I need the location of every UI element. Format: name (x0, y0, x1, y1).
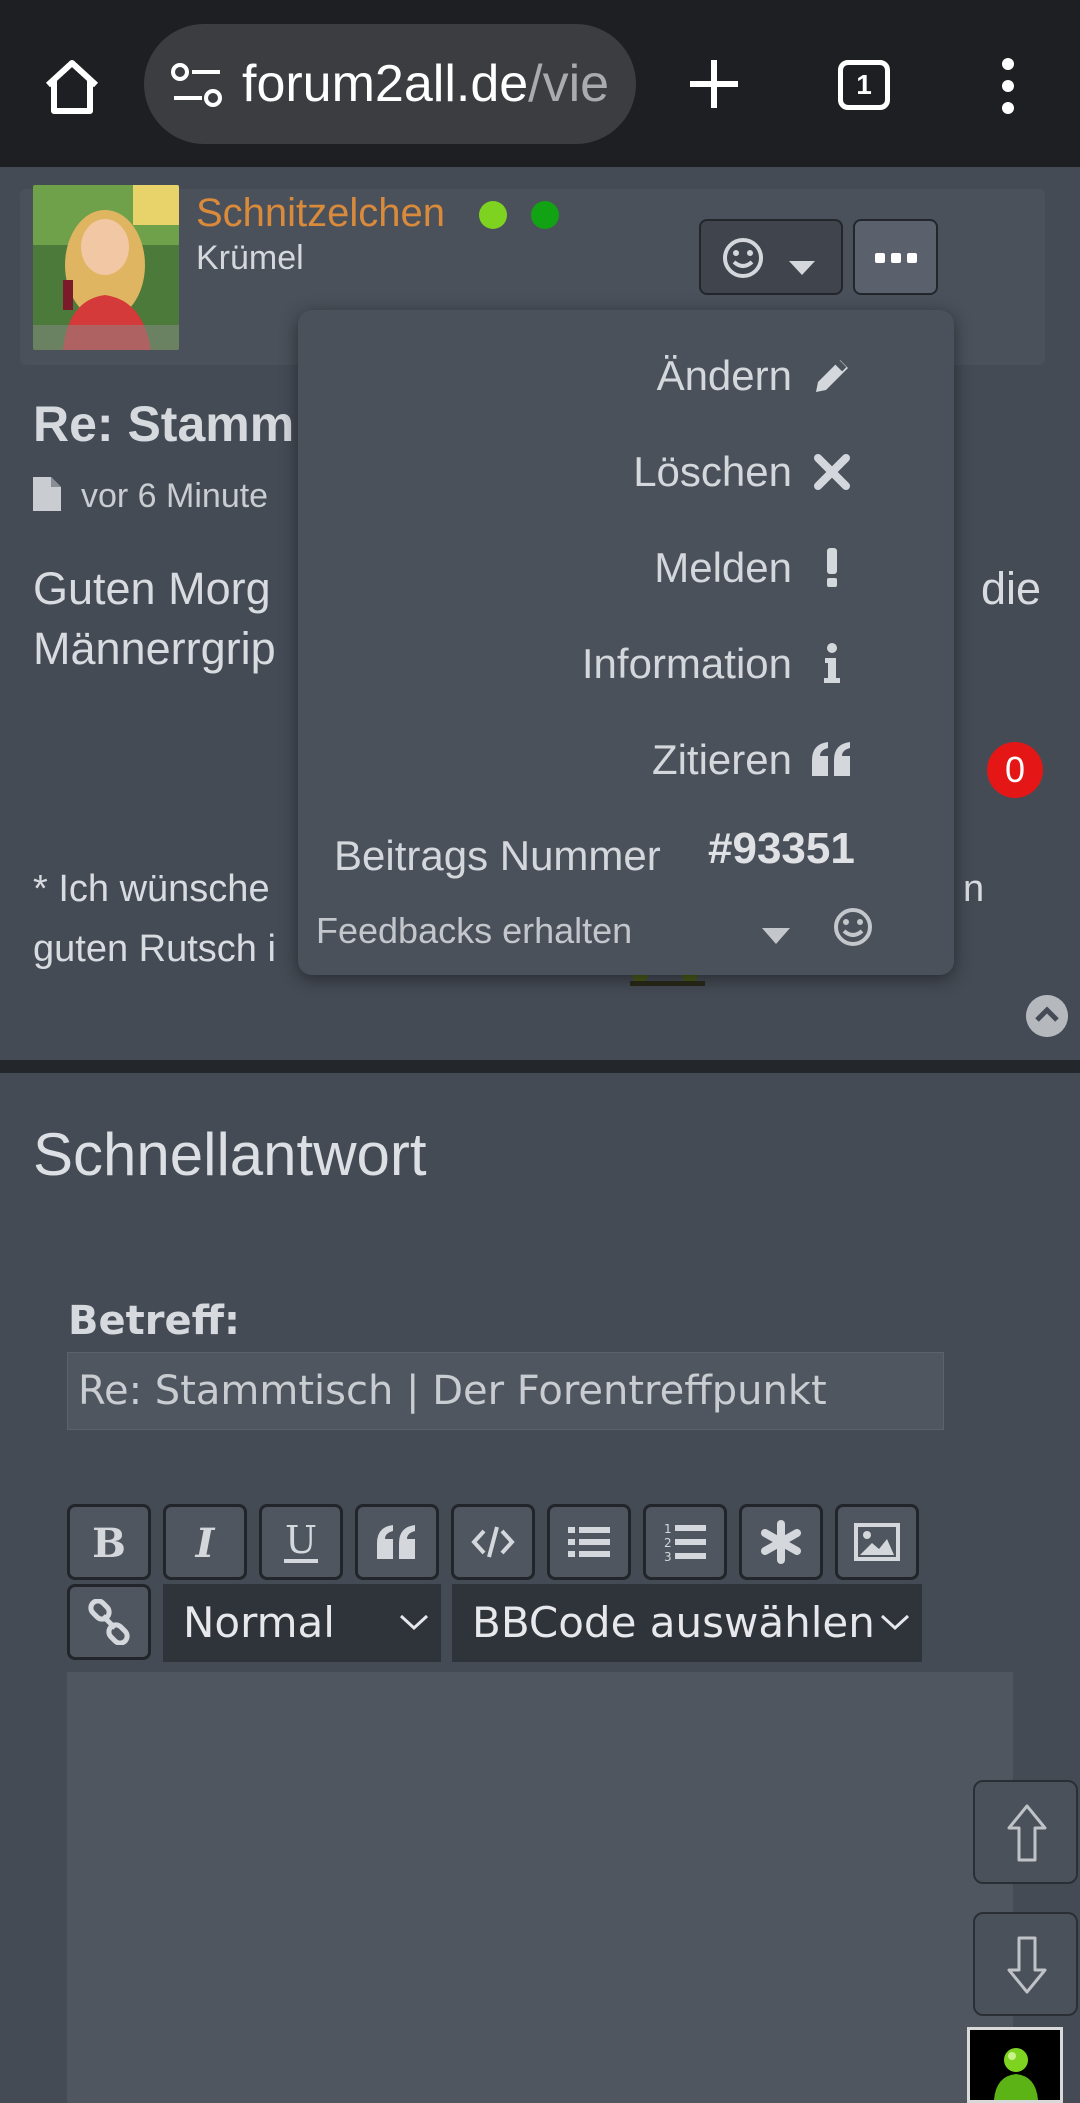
avatar[interactable] (33, 185, 179, 350)
bold-button[interactable]: B (67, 1504, 151, 1580)
post-options-menu: Ändern Löschen Melden Information Zitier… (298, 310, 954, 975)
online-status-dot (479, 201, 507, 229)
address-bar[interactable]: forum2all.de/vie (144, 24, 636, 144)
feedback-received-label[interactable]: Feedbacks erhalten (316, 910, 632, 952)
italic-button[interactable]: I (163, 1504, 247, 1580)
subject-input[interactable] (67, 1352, 944, 1430)
menu-item-label: Zitieren (651, 736, 792, 783)
scroll-up-button[interactable] (973, 1780, 1078, 1884)
quote-icon (377, 1525, 415, 1559)
svg-text:B: B (92, 1520, 126, 1565)
reaction-button[interactable] (699, 219, 843, 295)
bbcode-select[interactable]: BBCode auswählen (452, 1584, 922, 1662)
new-tab-icon[interactable] (684, 54, 744, 114)
more-vert-icon[interactable] (996, 56, 1020, 116)
menu-item-label: Ändern (656, 352, 792, 399)
reaction-count-badge: 0 (987, 742, 1043, 798)
smile-icon (723, 238, 763, 278)
list-icon (568, 1527, 610, 1557)
message-textarea[interactable] (67, 1672, 1013, 2103)
quote-icon (812, 742, 850, 776)
post-body-fragment: die (981, 563, 1042, 614)
exclamation-icon (827, 548, 837, 587)
caret-down-icon (789, 261, 815, 275)
asterisk-button[interactable] (739, 1504, 823, 1580)
menu-item-label: Melden (654, 544, 792, 591)
menu-item-report[interactable]: Melden (298, 532, 954, 602)
quick-reply-heading: Schnellantwort (33, 1121, 427, 1188)
subject-label: Betreff: (68, 1298, 240, 1344)
menu-item-delete[interactable]: Löschen (298, 436, 954, 506)
signature-line: * Ich wünsche (33, 868, 270, 910)
link-button[interactable] (67, 1584, 151, 1660)
menu-item-label: Information (581, 640, 792, 687)
font-size-select-value: Normal (183, 1598, 335, 1647)
username[interactable]: Schnitzelchen (196, 191, 445, 236)
post-body-line: Männerrgrip (33, 623, 276, 674)
svg-text:I: I (195, 1520, 216, 1565)
code-icon (471, 1526, 515, 1558)
pencil-icon (816, 358, 848, 392)
signature-line: guten Rutsch i (33, 928, 276, 970)
post-title[interactable]: Re: Stamm (33, 395, 294, 453)
image-button[interactable] (835, 1504, 919, 1580)
menu-item-quote[interactable]: Zitieren (298, 724, 954, 794)
ordered-list-button[interactable]: 123 (643, 1504, 727, 1580)
post-number-value[interactable]: #93351 (708, 824, 855, 874)
post-time: vor 6 Minute (81, 477, 269, 515)
font-size-select[interactable]: Normal (163, 1584, 441, 1662)
ellipsis-icon (875, 253, 917, 263)
chevron-down-icon (880, 1614, 910, 1631)
online-status-dot (531, 201, 559, 229)
smile-icon[interactable] (832, 906, 874, 948)
post-meta: vor 6 Minute (33, 477, 268, 516)
post-number: Beitrags Nummer #93351 (334, 824, 855, 880)
bbcode-select-value: BBCode auswählen (472, 1598, 875, 1647)
browser-toolbar: forum2all.de/vie 1 (0, 0, 1080, 167)
menu-item-edit[interactable]: Ändern (298, 340, 954, 410)
signature-fragment: n (963, 868, 985, 910)
caret-down-icon[interactable] (760, 926, 792, 946)
chat-user-icon[interactable] (967, 2027, 1063, 2103)
svg-text:3: 3 (664, 1550, 672, 1564)
svg-text:2: 2 (664, 1536, 672, 1550)
svg-text:U: U (285, 1519, 317, 1562)
arrow-down-icon (1007, 1936, 1047, 1994)
italic-icon: I (195, 1520, 216, 1565)
home-icon[interactable] (40, 55, 104, 119)
bold-icon: B (92, 1520, 126, 1565)
tab-switcher-button[interactable]: 1 (838, 60, 890, 110)
link-icon (88, 1599, 130, 1645)
more-options-button[interactable] (853, 219, 938, 295)
post-body-line: Guten Morg (33, 563, 271, 614)
list-button[interactable] (547, 1504, 631, 1580)
times-icon (814, 454, 850, 490)
underline-icon: U (284, 1519, 318, 1563)
document-icon (33, 477, 61, 511)
scroll-down-button[interactable] (973, 1912, 1078, 2016)
menu-item-label: Löschen (633, 448, 792, 495)
info-icon (824, 643, 840, 683)
svg-text:1: 1 (664, 1522, 672, 1536)
section-divider (0, 1060, 1080, 1073)
scroll-to-top-icon[interactable] (1026, 995, 1068, 1037)
user-rank: Krümel (196, 239, 304, 277)
post-number-label: Beitrags Nummer (334, 832, 661, 879)
ordered-list-icon: 123 (664, 1522, 706, 1564)
menu-item-information[interactable]: Information (298, 628, 954, 698)
site-settings-icon[interactable] (170, 60, 224, 110)
underline-button[interactable]: U (259, 1504, 343, 1580)
chevron-down-icon (399, 1614, 429, 1631)
url-text: forum2all.de/vie (242, 55, 610, 113)
image-icon (854, 1523, 900, 1561)
asterisk-icon (761, 1520, 801, 1564)
quote-button[interactable] (355, 1504, 439, 1580)
arrow-up-icon (1007, 1804, 1047, 1862)
code-button[interactable] (451, 1504, 535, 1580)
